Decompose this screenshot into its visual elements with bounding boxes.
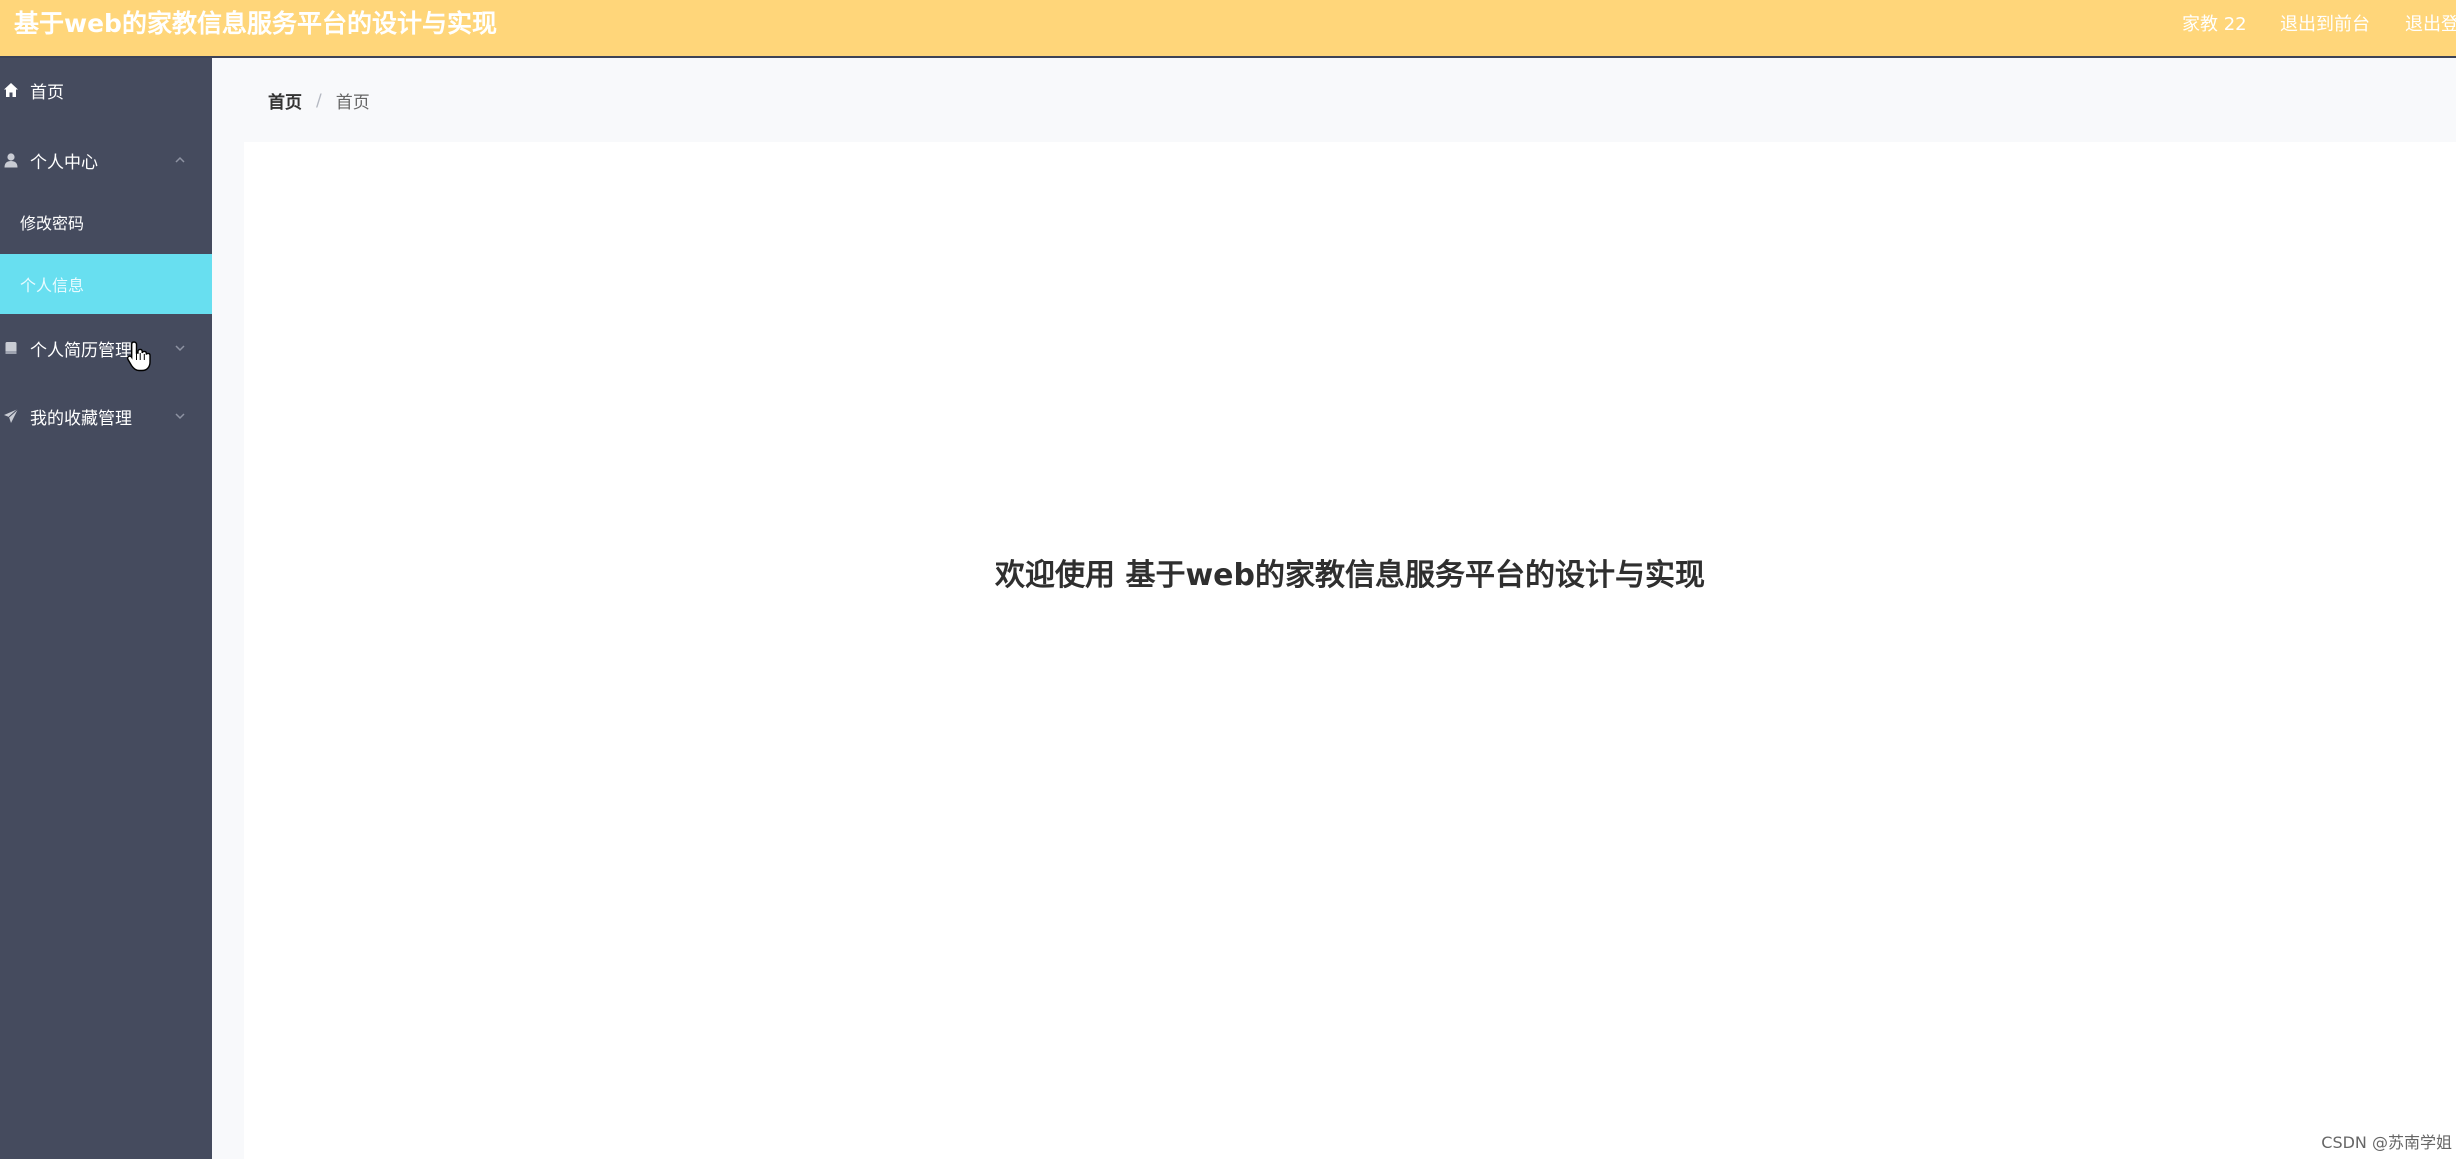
sidebar-item-personal-info[interactable]: 个人信息 — [0, 254, 212, 314]
sidebar-item-favorites-management[interactable]: 我的收藏管理 — [0, 386, 212, 446]
app-title: 基于web的家教信息服务平台的设计与实现 — [14, 9, 497, 38]
sidebar-item-resume-management[interactable]: 个人简历管理 — [0, 318, 212, 378]
welcome-message: 欢迎使用 基于web的家教信息服务平台的设计与实现 — [995, 558, 1705, 593]
breadcrumb-home[interactable]: 首页 — [268, 88, 302, 113]
sidebar-item-label: 个人信息 — [20, 276, 85, 295]
content-card: 欢迎使用 基于web的家教信息服务平台的设计与实现 — [244, 142, 2456, 1159]
document-icon — [2, 339, 20, 357]
chevron-down-icon — [172, 408, 188, 424]
main-area: 首页 / 首页 欢迎使用 基于web的家教信息服务平台的设计与实现 CSDN @… — [212, 58, 2456, 1159]
sidebar-item-label: 个人中心 — [30, 152, 98, 173]
user-icon — [2, 151, 20, 169]
watermark: CSDN @苏南学姐 — [2321, 1133, 2452, 1152]
current-user[interactable]: 家教 22 — [2182, 10, 2247, 36]
sidebar-item-personal-center[interactable]: 个人中心 — [0, 130, 212, 190]
sidebar: 首页 个人中心 修改密码 个人信息 个人简历管理 我的收藏管理 — [0, 58, 212, 1159]
send-icon — [2, 407, 20, 425]
sidebar-item-label: 我的收藏管理 — [30, 408, 132, 429]
logout-link[interactable]: 退出登 — [2405, 10, 2456, 36]
breadcrumb: 首页 / 首页 — [268, 88, 370, 114]
chevron-up-icon — [172, 152, 188, 168]
breadcrumb-current: 首页 — [335, 93, 370, 113]
sidebar-item-label: 首页 — [30, 82, 64, 103]
chevron-down-icon — [172, 340, 188, 356]
sidebar-item-label: 修改密码 — [20, 214, 85, 233]
sidebar-item-change-password[interactable]: 修改密码 — [0, 192, 212, 252]
home-icon — [2, 81, 20, 99]
exit-to-front-link[interactable]: 退出到前台 — [2280, 10, 2370, 36]
breadcrumb-separator: / — [316, 90, 322, 111]
top-header: 基于web的家教信息服务平台的设计与实现 家教 22 退出到前台 退出登 — [0, 0, 2456, 58]
hand-cursor-icon — [126, 340, 152, 372]
sidebar-item-home[interactable]: 首页 — [0, 60, 212, 120]
sidebar-item-label: 个人简历管理 — [30, 340, 132, 361]
